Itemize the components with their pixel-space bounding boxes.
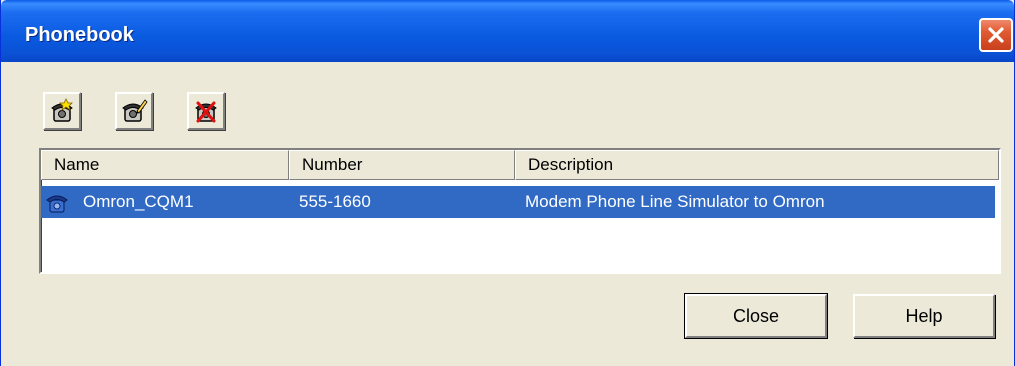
entry-name: Omron_CQM1 — [83, 192, 194, 211]
window-close-button[interactable] — [979, 18, 1013, 52]
column-header-name[interactable]: Name — [41, 150, 289, 180]
column-header-number[interactable]: Number — [289, 150, 515, 180]
list-item[interactable]: Omron_CQM1 555-1660 Modem Phone Line Sim… — [41, 186, 995, 218]
phone-edit-icon — [122, 99, 148, 122]
phonebook-list[interactable]: Name Number Description Omron_CQM1 555-1… — [39, 148, 1001, 274]
phone-new-icon — [51, 98, 73, 122]
edit-entry-button[interactable] — [115, 92, 153, 130]
close-icon — [988, 27, 1004, 43]
new-entry-button[interactable] — [43, 92, 81, 130]
title-bar[interactable]: Phonebook — [1, 0, 1014, 62]
close-button[interactable]: Close — [684, 293, 828, 339]
window-title: Phonebook — [25, 24, 134, 46]
column-header-description[interactable]: Description — [515, 150, 999, 180]
entry-description: Modem Phone Line Simulator to Omron — [525, 192, 825, 211]
entry-number: 555-1660 — [299, 192, 371, 211]
phone-icon — [46, 195, 68, 213]
list-header: Name Number Description — [41, 150, 999, 180]
delete-entry-button[interactable] — [187, 92, 225, 130]
help-button[interactable]: Help — [853, 294, 995, 338]
phone-delete-icon — [195, 101, 217, 123]
phonebook-dialog: Phonebook Name Number Description Omron_… — [0, 0, 1015, 366]
